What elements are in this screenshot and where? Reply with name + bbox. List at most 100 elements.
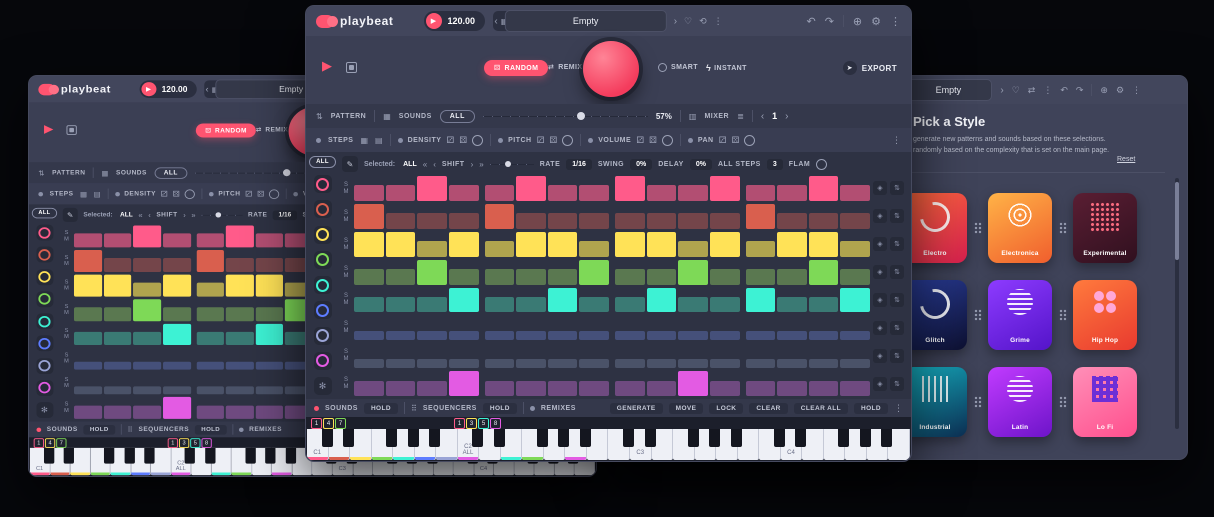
step-cell[interactable] — [840, 185, 870, 200]
play-icon[interactable]: ▶ — [322, 58, 332, 74]
settings-gear-icon[interactable]: ⚙ — [1116, 85, 1124, 96]
dice-icon[interactable]: ⚄ — [173, 189, 180, 199]
shift-right-icon[interactable]: › — [471, 160, 474, 169]
perc-icon[interactable] — [314, 301, 332, 319]
mute-button[interactable]: M — [62, 384, 71, 389]
key-assign-badge[interactable]: 1 — [168, 438, 178, 448]
row-length-stepper[interactable]: ⇅ — [890, 237, 904, 251]
favorite-heart-icon[interactable]: ♡ — [684, 16, 692, 27]
flam-knob-icon[interactable] — [816, 159, 827, 170]
mute-button[interactable]: M — [341, 356, 351, 362]
step-cell[interactable] — [163, 397, 191, 419]
steps-label[interactable]: STEPS — [328, 137, 353, 144]
piano-key-black[interactable] — [205, 448, 215, 464]
key-assign-badge[interactable]: 5 — [190, 438, 200, 448]
record-icon[interactable] — [66, 125, 76, 135]
step-cell[interactable] — [417, 213, 447, 228]
step-cell[interactable] — [809, 359, 839, 368]
bpm-control[interactable]: ▶ 120.00 — [139, 80, 197, 98]
step-cell[interactable] — [548, 232, 578, 257]
piano-key-black[interactable] — [104, 448, 114, 464]
dice-icon[interactable]: ⚄ — [549, 135, 557, 146]
step-cell[interactable] — [746, 331, 776, 340]
remix-button[interactable]: ⇄ REMIX — [548, 63, 582, 71]
step-cell[interactable] — [417, 297, 447, 312]
step-cell[interactable] — [840, 213, 870, 228]
step-cell[interactable] — [746, 185, 776, 200]
step-cell[interactable] — [226, 405, 254, 419]
step-cell[interactable] — [548, 269, 578, 284]
step-cell[interactable] — [485, 204, 515, 229]
row-options-button[interactable]: ◈ — [873, 321, 887, 335]
step-cell[interactable] — [516, 359, 546, 368]
fx-icon[interactable] — [36, 380, 53, 396]
kebab-menu-icon[interactable]: ⋮ — [892, 135, 901, 146]
step-cell[interactable] — [226, 225, 254, 247]
step-cell[interactable] — [449, 371, 479, 396]
style-card-industrial[interactable]: Industrial — [903, 367, 967, 437]
tom-icon[interactable] — [314, 276, 332, 294]
style-card-hip-hop[interactable]: Hip Hop — [1073, 280, 1137, 350]
piano-key-white[interactable]: C2ALL — [171, 448, 191, 475]
kebab-menu-icon[interactable]: ⋮ — [890, 15, 901, 28]
density-tab[interactable]: DENSITY — [124, 191, 156, 197]
solo-button[interactable]: S — [341, 377, 351, 383]
step-cell[interactable] — [163, 307, 191, 321]
scrollbar[interactable] — [1175, 178, 1179, 429]
slider-handle[interactable] — [577, 112, 585, 120]
key-assign-badge[interactable]: 3 — [466, 418, 477, 429]
step-cell[interactable] — [516, 297, 546, 312]
closed-hat-icon[interactable] — [36, 269, 53, 285]
play-icon[interactable]: ▶ — [426, 13, 442, 29]
step-cell[interactable] — [777, 269, 807, 284]
sequencers-label[interactable]: SEQUENCERS — [423, 405, 477, 412]
remixes-label[interactable]: REMIXES — [249, 426, 282, 432]
step-cell[interactable] — [678, 359, 708, 368]
globe-icon[interactable]: ⊕ — [1100, 85, 1108, 96]
step-cell[interactable] — [746, 288, 776, 313]
piano-key-black[interactable] — [838, 429, 849, 447]
piano-key-black[interactable] — [580, 429, 591, 447]
kebab-menu-icon[interactable]: ⋮ — [714, 16, 723, 27]
flam-label[interactable]: FLAM — [789, 161, 810, 168]
style-card-latin[interactable]: Latin — [988, 367, 1052, 437]
slider-handle[interactable] — [283, 169, 290, 176]
step-cell[interactable] — [579, 297, 609, 312]
mute-button[interactable]: M — [62, 237, 71, 242]
piano-key-black[interactable] — [472, 429, 483, 447]
solo-button[interactable]: S — [62, 255, 71, 260]
lock-icon[interactable] — [662, 135, 673, 146]
step-cell[interactable] — [548, 288, 578, 313]
dice-icon[interactable]: ⚄ — [257, 189, 264, 199]
step-cell[interactable] — [809, 297, 839, 312]
volume-tab[interactable]: VOLUME — [598, 137, 631, 144]
edit-pencil-icon[interactable]: ✎ — [63, 208, 78, 222]
step-cell[interactable] — [354, 359, 384, 368]
clap-icon[interactable] — [314, 251, 332, 269]
mute-button[interactable]: M — [62, 286, 71, 291]
step-cell[interactable] — [516, 213, 546, 228]
sounds-label[interactable]: SOUNDS — [325, 405, 358, 412]
step-cell[interactable] — [386, 232, 416, 257]
dice-icon[interactable]: ⚂ — [636, 135, 644, 146]
drag-handle-icon[interactable] — [1059, 309, 1067, 321]
dice-icon[interactable]: ⚄ — [731, 135, 739, 146]
kebab-menu-icon[interactable]: ⋮ — [1043, 85, 1052, 96]
step-cell[interactable] — [196, 332, 224, 346]
step-cell[interactable] — [678, 371, 708, 396]
piano-key-black[interactable] — [124, 448, 134, 464]
step-cell[interactable] — [226, 332, 254, 346]
solo-button[interactable]: S — [341, 210, 351, 216]
step-cell[interactable] — [710, 297, 740, 312]
step-cell[interactable] — [417, 381, 447, 396]
step-cell[interactable] — [579, 381, 609, 396]
step-cell[interactable] — [615, 269, 645, 284]
step-cell[interactable] — [710, 381, 740, 396]
step-cell[interactable] — [133, 299, 161, 321]
lock-icon[interactable] — [472, 135, 483, 146]
random-button[interactable]: ⚄ RANDOM — [484, 60, 548, 76]
grid-icon[interactable]: ▦ — [360, 136, 368, 145]
step-cell[interactable] — [449, 269, 479, 284]
step-cell[interactable] — [710, 359, 740, 368]
step-cell[interactable] — [449, 232, 479, 257]
